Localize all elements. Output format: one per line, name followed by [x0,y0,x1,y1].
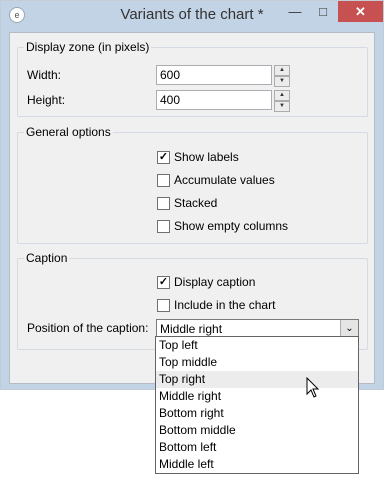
display-caption-checkbox[interactable]: ✓ Display caption [157,274,255,290]
width-spinner[interactable]: ▲ ▼ [274,65,290,87]
general-options-legend: General options [24,125,113,139]
option-middle-right[interactable]: Middle right [156,388,358,405]
checkbox-unchecked-icon [157,173,170,187]
option-top-middle[interactable]: Top middle [156,354,358,371]
dialog-window: e Variants of the chart * — □ ✕ Display … [0,0,384,390]
caption-legend: Caption [24,251,70,265]
caption-position-dropdown: Top left Top middle Top right Middle rig… [155,336,359,474]
option-bottom-middle[interactable]: Bottom middle [156,422,358,439]
checkbox-unchecked-icon [157,298,170,312]
display-caption-label: Display caption [174,275,256,289]
close-button[interactable]: ✕ [338,1,383,22]
title-bar[interactable]: e Variants of the chart * — □ ✕ [1,1,383,31]
minimize-icon: — [288,4,302,19]
spin-up-icon[interactable]: ▲ [274,65,290,76]
checkbox-unchecked-icon [157,196,170,210]
dialog-client-area: Display zone (in pixels) Width: 600 ▲ ▼ … [9,32,375,384]
minimize-button[interactable]: — [281,1,309,22]
width-field[interactable]: 600 [156,65,272,85]
include-in-chart-checkbox[interactable]: Include in the chart [157,297,275,313]
height-label: Height: [27,93,66,107]
show-labels-checkbox[interactable]: ✓ Show labels [157,149,239,165]
stacked-checkbox[interactable]: Stacked [157,195,217,211]
accumulate-values-checkbox[interactable]: Accumulate values [157,172,275,188]
mouse-cursor-icon [306,377,320,398]
display-zone-legend: Display zone (in pixels) [24,40,152,54]
spin-up-icon[interactable]: ▲ [274,90,290,101]
option-top-left[interactable]: Top left [156,337,358,354]
spin-down-icon[interactable]: ▼ [274,101,290,112]
checkbox-unchecked-icon [157,219,170,233]
width-label: Width: [27,68,62,82]
height-spinner[interactable]: ▲ ▼ [274,90,290,112]
accumulate-values-label: Accumulate values [174,173,275,187]
checkbox-checked-icon: ✓ [157,150,170,164]
maximize-icon: □ [319,4,327,19]
display-zone-group: Display zone (in pixels) Width: 600 ▲ ▼ … [17,40,368,117]
option-middle-left[interactable]: Middle left [156,456,358,473]
caption-position-label: Position of the caption: [27,321,149,335]
option-bottom-right[interactable]: Bottom right [156,405,358,422]
spin-down-icon[interactable]: ▼ [274,76,290,87]
include-in-chart-label: Include in the chart [174,298,276,312]
general-options-group: General options ✓ Show labels Accumulate… [17,125,368,244]
checkbox-checked-icon: ✓ [157,275,170,289]
option-bottom-left[interactable]: Bottom left [156,439,358,456]
caption-position-value: Middle right [160,322,223,336]
show-empty-columns-label: Show empty columns [174,219,289,233]
maximize-button[interactable]: □ [309,1,337,22]
show-empty-columns-checkbox[interactable]: Show empty columns [157,218,288,234]
show-labels-label: Show labels [174,150,239,164]
stacked-label: Stacked [174,196,218,210]
close-icon: ✕ [355,4,366,19]
option-top-right[interactable]: Top right [156,371,358,388]
height-field[interactable]: 400 [156,90,272,110]
